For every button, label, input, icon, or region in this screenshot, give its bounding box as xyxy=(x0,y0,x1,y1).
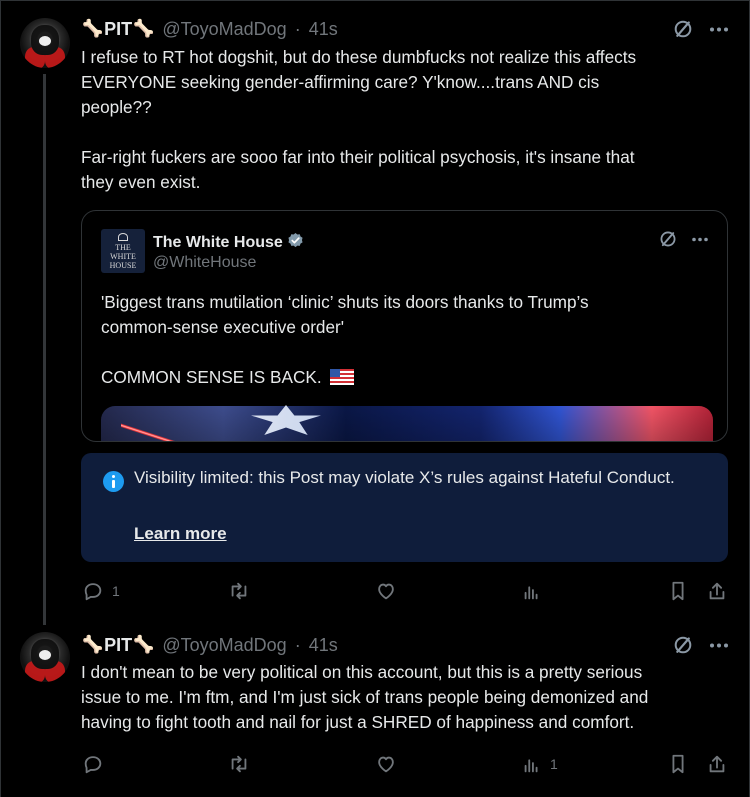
post-header: 🦴 PIT 🦴 @ToyoMadDog · 41s xyxy=(81,18,338,40)
quoted-display-name[interactable]: The White House xyxy=(153,234,283,252)
info-icon xyxy=(103,471,124,492)
post-text-line: EVERYONE seeking gender-affirming care? … xyxy=(81,72,600,92)
more-icon[interactable] xyxy=(710,643,728,648)
display-name[interactable]: PIT xyxy=(104,635,132,656)
post-text-line: I don't mean to be very political on thi… xyxy=(81,662,643,682)
time-separator: · xyxy=(294,18,301,39)
quoted-post-text: 'Biggest trans mutilation ‘clinic’ shuts… xyxy=(101,290,701,390)
share-icon xyxy=(706,753,728,775)
views-icon xyxy=(522,580,542,602)
post-text-line: having to fight tooth and nail for just … xyxy=(81,712,635,732)
quoted-text-line: 'Biggest trans mutilation ‘clinic’ shuts… xyxy=(101,292,589,312)
time-separator: · xyxy=(294,634,301,655)
views-icon xyxy=(522,753,542,775)
post-header-actions xyxy=(673,635,728,655)
post-actions: 1 xyxy=(82,577,727,605)
share-button[interactable] xyxy=(706,750,728,778)
quoted-post[interactable]: THE WHITE HOUSE The White House @WhiteHo… xyxy=(81,210,728,442)
post-header: 🦴 PIT 🦴 @ToyoMadDog · 41s xyxy=(81,634,338,656)
bone-emoji-right: 🦴 xyxy=(133,635,155,654)
grok-icon[interactable] xyxy=(673,19,693,39)
thread-post-first[interactable]: 🦴 PIT 🦴 @ToyoMadDog · 41s I refuse to RT… xyxy=(0,0,750,625)
grok-icon[interactable] xyxy=(659,230,677,248)
post-header-actions xyxy=(673,19,728,39)
quoted-text-blank-line xyxy=(101,340,701,365)
post-actions: 1 xyxy=(82,750,727,778)
white-house-seal-icon xyxy=(118,232,128,241)
post-text: I don't mean to be very political on thi… xyxy=(81,660,731,735)
quoted-author-name[interactable]: The White House xyxy=(153,232,304,254)
post-text-blank-line xyxy=(81,120,731,145)
quoted-author-handle[interactable]: @WhiteHouse xyxy=(153,254,256,272)
like-icon xyxy=(375,753,397,775)
bone-emoji-left: 🦴 xyxy=(82,19,104,38)
like-button[interactable] xyxy=(375,577,405,605)
post-time[interactable]: 41s xyxy=(309,635,338,656)
post-text-line: people?? xyxy=(81,97,152,117)
post-text-line: I refuse to RT hot dogshit, but do these… xyxy=(81,47,637,67)
post-text-line: issue to me. I'm ftm, and I'm just sick … xyxy=(81,687,649,707)
views-count: 1 xyxy=(550,756,558,772)
avatar[interactable] xyxy=(20,18,70,68)
reply-icon xyxy=(82,753,104,775)
learn-more-link[interactable]: Learn more xyxy=(134,524,227,544)
like-button[interactable] xyxy=(375,750,405,778)
post-text: I refuse to RT hot dogshit, but do these… xyxy=(81,45,731,195)
author-name[interactable]: 🦴 PIT 🦴 xyxy=(81,19,155,40)
white-house-logo: THE WHITE HOUSE xyxy=(101,229,145,273)
display-name[interactable]: PIT xyxy=(104,19,132,40)
avatar[interactable] xyxy=(20,632,70,682)
more-icon[interactable] xyxy=(692,237,708,242)
more-icon[interactable] xyxy=(710,27,728,32)
quoted-media-preview[interactable] xyxy=(101,406,713,441)
bookmark-icon xyxy=(668,580,688,602)
quoted-text-line: COMMON SENSE IS BACK. xyxy=(101,365,701,390)
logo-line: THE xyxy=(115,242,131,252)
logo-line: HOUSE xyxy=(109,260,137,270)
reply-icon xyxy=(82,580,104,602)
author-handle[interactable]: @ToyoMadDog xyxy=(162,635,286,656)
repost-icon xyxy=(227,580,251,602)
repost-button[interactable] xyxy=(227,750,259,778)
visibility-limited-notice: Visibility limited: this Post may violat… xyxy=(81,453,728,562)
us-flag-icon xyxy=(330,369,355,385)
bone-emoji-left: 🦴 xyxy=(82,635,104,654)
post-text-line: they even exist. xyxy=(81,172,201,192)
thread-connector xyxy=(43,74,46,625)
thread-post-second[interactable]: 🦴 PIT 🦴 @ToyoMadDog · 41s I don't mean t… xyxy=(0,620,750,797)
verified-badge-icon xyxy=(287,232,304,254)
logo-line: WHITE xyxy=(110,251,136,261)
quoted-text-heading: COMMON SENSE IS BACK. xyxy=(101,367,322,387)
post-text-line: Far-right fuckers are sooo far into thei… xyxy=(81,147,635,167)
notice-text: Visibility limited: this Post may violat… xyxy=(134,468,675,487)
share-icon xyxy=(706,580,728,602)
bookmark-icon xyxy=(668,753,688,775)
reply-count: 1 xyxy=(112,583,120,599)
quoted-post-actions xyxy=(659,230,708,248)
grok-icon[interactable] xyxy=(673,635,693,655)
repost-icon xyxy=(227,753,251,775)
like-icon xyxy=(375,580,397,602)
post-time[interactable]: 41s xyxy=(309,19,338,40)
author-name[interactable]: 🦴 PIT 🦴 xyxy=(81,635,155,656)
views-button[interactable] xyxy=(522,577,550,605)
bookmark-button[interactable] xyxy=(668,577,688,605)
views-button[interactable]: 1 xyxy=(522,750,558,778)
share-button[interactable] xyxy=(706,577,728,605)
reply-button[interactable] xyxy=(82,750,112,778)
bookmark-button[interactable] xyxy=(668,750,688,778)
author-handle[interactable]: @ToyoMadDog xyxy=(162,19,286,40)
quoted-text-line: common-sense executive order' xyxy=(101,317,345,337)
reply-button[interactable]: 1 xyxy=(82,577,120,605)
bone-emoji-right: 🦴 xyxy=(133,19,155,38)
repost-button[interactable] xyxy=(227,577,259,605)
